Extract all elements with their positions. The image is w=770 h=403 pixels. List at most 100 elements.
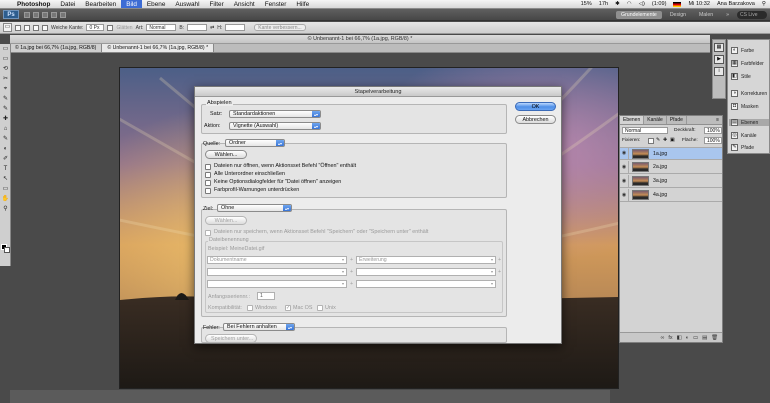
panel-pfade[interactable]: ✎ Pfade <box>731 144 754 151</box>
quelle-option-3-checkbox[interactable] <box>205 180 211 186</box>
menu-ebene[interactable]: Ebene <box>142 0 170 8</box>
menu-app[interactable]: Photoshop <box>12 0 55 8</box>
swap-icon[interactable]: ⇄ <box>210 25 214 31</box>
panel-ebenen[interactable]: ▤ Ebenen <box>729 119 769 126</box>
trash-icon[interactable]: 🗑 <box>711 333 718 342</box>
workspace-design[interactable]: Design <box>665 11 691 19</box>
layer-row[interactable]: ◉ 3a.jpg <box>620 174 722 188</box>
new-selection-icon[interactable] <box>15 24 21 31</box>
panel-korrekturen[interactable]: ◑ Korrekturen <box>731 90 767 97</box>
aktion-select[interactable]: Vignette (Auswahl) ▴▾ <box>229 122 321 130</box>
lock-icon[interactable]: ▣ <box>670 137 675 143</box>
menu-datei[interactable]: Datei <box>55 0 80 8</box>
weiche-kante-input[interactable]: 0 Px <box>86 24 105 31</box>
shape-tool-icon[interactable]: ▭ <box>1 185 10 194</box>
menu-filter[interactable]: Filter <box>205 0 229 8</box>
naming-field-6[interactable]: ▾ <box>356 280 496 288</box>
quelle-select[interactable]: Ordner ▴▾ <box>225 139 285 147</box>
visibility-eye-icon[interactable]: ◉ <box>620 174 629 188</box>
layer-row[interactable]: ◉ 4a.jpg <box>620 188 722 202</box>
new-layer-icon[interactable]: ▤ <box>702 333 707 342</box>
ziel-override-checkbox[interactable] <box>205 230 211 236</box>
naming-field-2[interactable]: Erweiterung ▾ <box>356 256 496 264</box>
quelle-choose-button[interactable]: Wählen... <box>205 150 247 159</box>
eyedropper-tool-icon[interactable]: ⌖ <box>1 85 10 94</box>
adjustment-layer-icon[interactable]: ◐ <box>686 333 689 342</box>
add-selection-icon[interactable] <box>24 24 30 31</box>
visibility-eye-icon[interactable]: ◉ <box>620 147 629 160</box>
compat-windows-checkbox[interactable] <box>247 305 253 311</box>
brush-tool-icon[interactable]: ✎ <box>1 105 10 114</box>
quelle-option-2-checkbox[interactable] <box>205 172 211 178</box>
spotlight-icon[interactable]: ⚲ <box>762 1 766 7</box>
bluetooth-icon[interactable]: ✱ <box>615 1 620 7</box>
quelle-option-4-checkbox[interactable] <box>205 188 211 194</box>
panel-stile[interactable]: ◧ Stile <box>731 73 751 80</box>
menu-bearbeiten[interactable]: Bearbeiten <box>80 0 121 8</box>
naming-field-3[interactable]: ▾ <box>207 268 347 276</box>
workspace-malen[interactable]: Malen <box>694 11 718 19</box>
history-panel-icon[interactable]: ▦ <box>714 43 724 52</box>
menu-hilfe[interactable]: Hilfe <box>291 0 314 8</box>
panel-masken[interactable]: ◘ Masken <box>731 103 759 110</box>
deckkraft-input[interactable]: 100% <box>704 127 722 134</box>
naming-field-4[interactable]: ▾ <box>356 268 496 276</box>
pen-tool-icon[interactable]: ✐ <box>1 155 10 164</box>
ziel-select[interactable]: Ohne ▴▾ <box>217 204 292 212</box>
panel-farbe[interactable]: ◐ Farbe <box>731 47 754 54</box>
bridge-icon[interactable] <box>24 11 30 18</box>
add-mask-icon[interactable]: ◧ <box>677 333 682 342</box>
screen-mode-icon[interactable] <box>60 11 66 18</box>
naming-field-1[interactable]: Dokumentname ▾ <box>207 256 347 264</box>
kante-verbessern-button[interactable]: Kante verbessern... <box>254 24 306 31</box>
cancel-button[interactable]: Abbrechen <box>515 115 556 124</box>
layer-style-icon[interactable]: fx <box>668 333 672 342</box>
type-tool-icon[interactable]: T <box>1 165 10 174</box>
hand-tool-icon[interactable]: ✋ <box>1 195 10 204</box>
lock-brush-icon[interactable]: ✎ <box>656 137 660 143</box>
battery-time[interactable]: (1:09) <box>652 1 667 7</box>
naming-field-5[interactable]: ▾ <box>207 280 347 288</box>
layer-row[interactable]: ◉ 2a.jpg <box>620 160 722 174</box>
healing-tool-icon[interactable]: ✎ <box>1 95 10 104</box>
panel-farbfelder[interactable]: ▦ Farbfelder <box>731 60 764 67</box>
crop-tool-icon[interactable]: ✂ <box>1 75 10 84</box>
zoom-level-icon[interactable] <box>42 11 48 18</box>
visibility-eye-icon[interactable]: ◉ <box>620 160 629 174</box>
width-input[interactable] <box>187 24 208 31</box>
tab-kanaele[interactable]: Kanäle <box>644 116 667 124</box>
history-brush-tool-icon[interactable]: ⌂ <box>1 125 10 134</box>
doc-tab-unbenannt[interactable]: © Unbenannt-1 bei 66,7% (1a.jpg, RGB/8) … <box>102 44 215 52</box>
new-group-icon[interactable]: ▭ <box>693 333 698 342</box>
panel-menu-icon[interactable]: ≡ <box>716 116 722 124</box>
lasso-tool-icon[interactable]: ⟲ <box>1 65 10 74</box>
menu-fenster[interactable]: Fenster <box>260 0 292 8</box>
actions-panel-icon[interactable]: ▶ <box>714 55 724 64</box>
path-select-tool-icon[interactable]: ↖ <box>1 175 10 184</box>
blend-mode-select[interactable]: Normal <box>622 127 668 134</box>
volume-icon[interactable]: ◁) <box>639 1 645 7</box>
fehler-select[interactable]: Bei Fehlern anhalten ▴▾ <box>223 323 295 331</box>
layer-row[interactable]: ◉ 1a.jpg <box>620 147 722 160</box>
tab-ebenen[interactable]: Ebenen <box>620 116 645 124</box>
background-color-swatch[interactable] <box>4 247 10 253</box>
compat-macos-checkbox[interactable]: ✓ <box>285 305 291 311</box>
info-panel-icon[interactable]: i <box>714 67 724 76</box>
lock-transparent-icon[interactable] <box>648 138 654 144</box>
visibility-eye-icon[interactable]: ◉ <box>620 188 629 202</box>
compat-unix-checkbox[interactable] <box>317 305 323 311</box>
menu-auswahl[interactable]: Auswahl <box>170 0 204 8</box>
anfangsseriennr-input[interactable]: 1 <box>257 292 275 300</box>
link-layers-icon[interactable]: ∞ <box>661 333 665 342</box>
doc-tab-1a[interactable]: © 1a.jpg bei 66,7% (1a.jpg, RGB/8) <box>10 44 103 52</box>
satz-select[interactable]: Standardaktionen ▴▾ <box>229 110 321 118</box>
user-name[interactable]: Ana Barzakova <box>717 1 755 7</box>
wifi-icon[interactable]: ◠ <box>627 1 632 7</box>
quelle-option-1-checkbox[interactable] <box>205 164 211 170</box>
fehler-save-as-button[interactable]: Speichern unter... <box>205 334 257 343</box>
art-select[interactable]: Normal <box>146 24 177 31</box>
menu-ansicht[interactable]: Ansicht <box>229 0 260 8</box>
intersect-selection-icon[interactable] <box>42 24 48 31</box>
clock[interactable]: Mi 10:32 <box>688 1 709 7</box>
zoom-tool-icon[interactable]: ⚲ <box>1 205 10 214</box>
